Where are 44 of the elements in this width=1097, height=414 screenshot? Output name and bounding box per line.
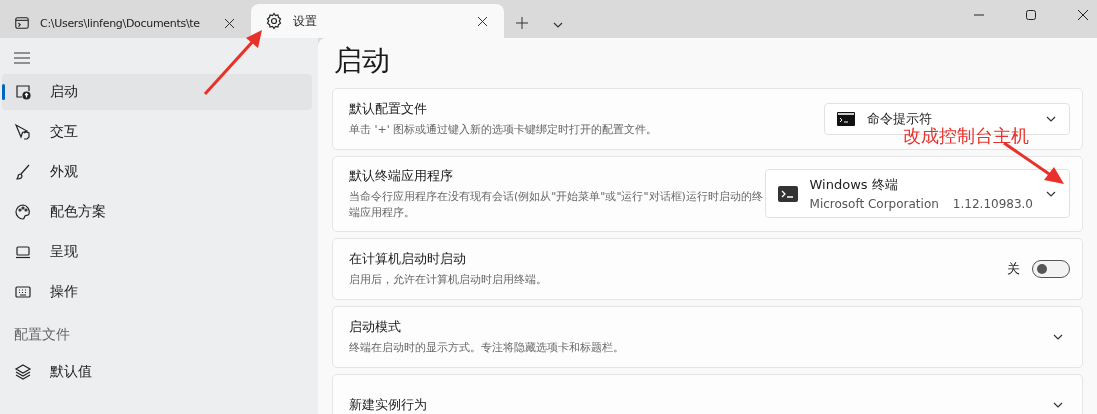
setting-title: 在计算机启动时启动 xyxy=(349,249,466,268)
chevron-down-icon xyxy=(552,20,564,29)
setting-description: 启用后，允许在计算机启动时启用终端。 xyxy=(349,271,547,288)
sidebar-item[interactable]: 交互 xyxy=(2,114,312,150)
toggle-state-label: 关 xyxy=(1007,259,1020,278)
startup-icon xyxy=(14,83,32,101)
sidebar-item[interactable]: 操作 xyxy=(2,274,312,310)
sidebar-item[interactable]: 启动 xyxy=(2,74,312,110)
tab[interactable]: 设置 xyxy=(251,4,504,38)
settings-icon xyxy=(265,12,283,30)
console-icon xyxy=(14,15,30,31)
chevron-down-icon xyxy=(1045,189,1057,198)
page-title: 启动 xyxy=(334,43,390,79)
brush-icon xyxy=(14,163,32,181)
laptop-icon xyxy=(14,243,32,261)
keyboard-icon xyxy=(14,283,32,301)
tab[interactable]: C:\Users\linfeng\Documents\te xyxy=(0,8,251,38)
maximize-icon[interactable] xyxy=(1025,9,1037,21)
sidebar-item[interactable]: 外观 xyxy=(2,154,312,190)
setting-description: 当命令行应用程序在没有现有会话(例如从"开始菜单"或"运行"对话框)运行时启动的终端应用程序。 xyxy=(349,189,764,221)
setting-title: 新建实例行为 xyxy=(349,395,427,414)
chevron-down-icon xyxy=(1052,401,1064,410)
toggle-switch[interactable] xyxy=(1032,259,1070,278)
close-icon[interactable] xyxy=(1077,9,1089,21)
sidebar-item[interactable]: 配色方案 xyxy=(2,194,312,230)
sidebar-item[interactable]: 呈现 xyxy=(2,234,312,270)
section-header: 配置文件 xyxy=(13,325,70,344)
setting-description: 终端在启动时的显示方式。专注将隐藏选项卡和标题栏。 xyxy=(349,339,624,356)
console-icon xyxy=(837,112,855,126)
profile-dropdown[interactable]: Windows 终端 Microsoft Corporation 1.12.10983.0 xyxy=(764,169,1070,219)
menu-icon[interactable] xyxy=(14,52,30,64)
setting-title: 启动模式 xyxy=(349,317,401,336)
setting-title: 默认配置文件 xyxy=(349,100,427,119)
chevron-down-icon xyxy=(1052,333,1064,342)
selection-indicator xyxy=(2,84,5,100)
layers-icon xyxy=(14,363,32,381)
chevron-down-icon xyxy=(1045,115,1057,123)
pointer-icon xyxy=(14,123,32,141)
sidebar-item[interactable]: 默认值 xyxy=(2,354,312,390)
setting-description: 单击 '+' 图标或通过键入新的选项卡键绑定时打开的配置文件。 xyxy=(349,122,658,138)
plus-icon xyxy=(516,16,528,29)
setting-title: 默认终端应用程序 xyxy=(349,167,453,185)
terminal-icon xyxy=(777,185,798,202)
palette-icon xyxy=(14,203,32,221)
